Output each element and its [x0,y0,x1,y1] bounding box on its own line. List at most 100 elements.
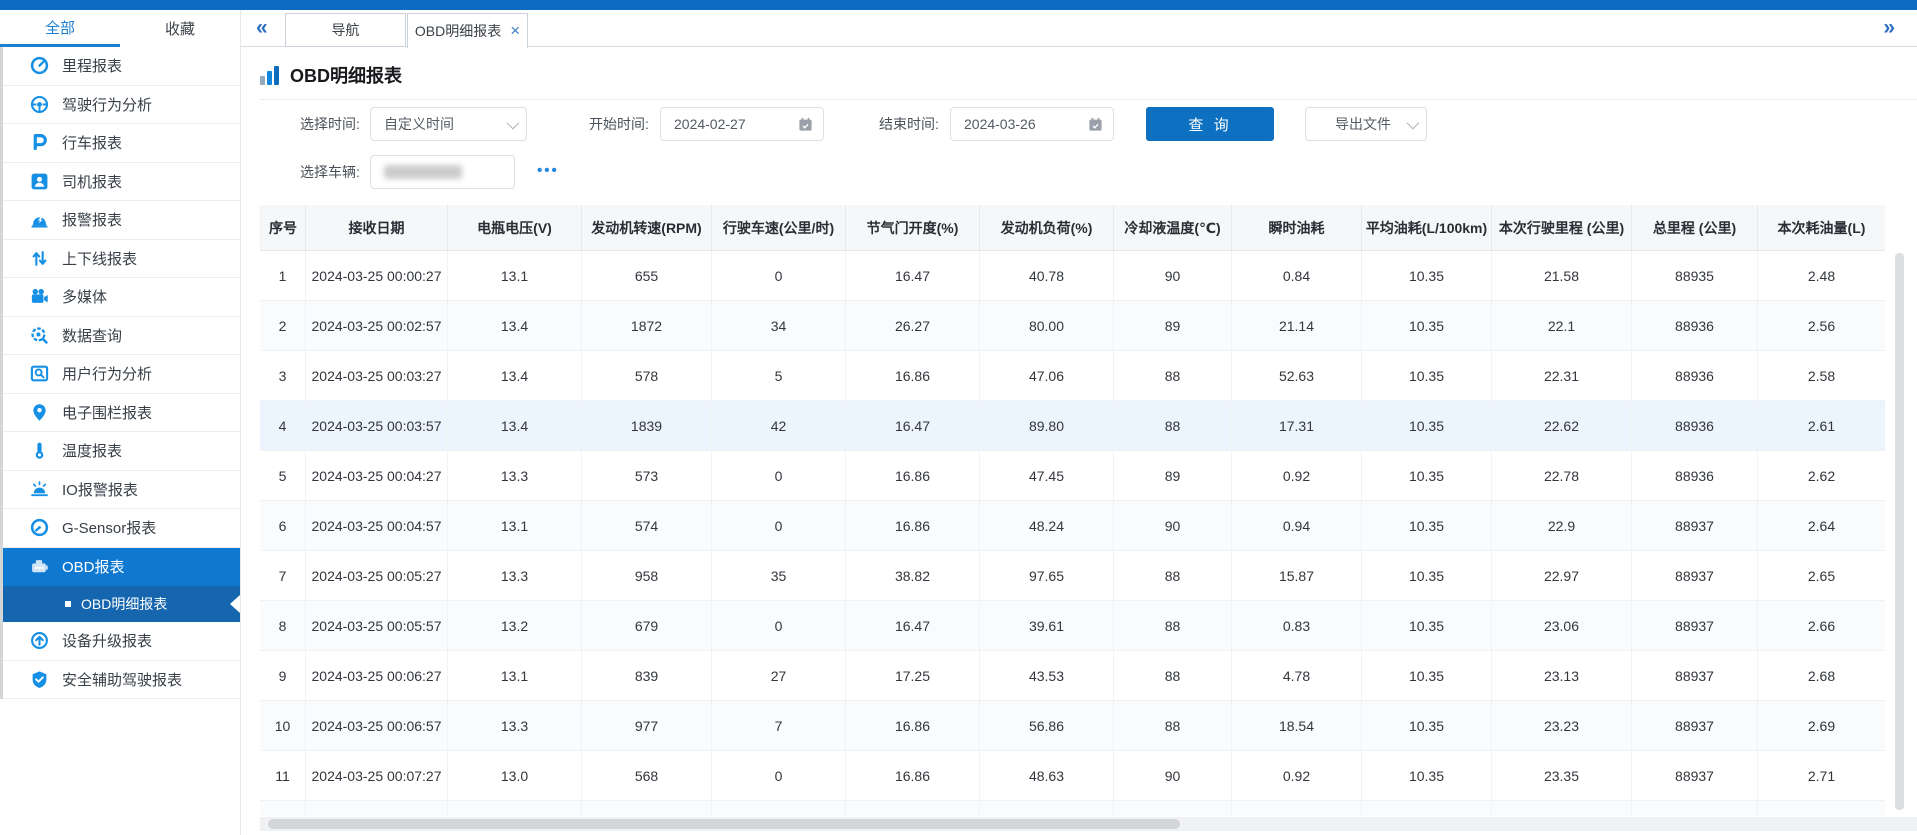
sidebar-item-label: 设备升级报表 [62,630,152,651]
column-header: 发动机转速(RPM) [582,205,712,251]
table-cell: 90 [1114,751,1232,801]
table-cell: 11 [260,751,306,801]
table-cell: 42 [712,401,846,451]
table-cell: 977 [582,701,712,751]
column-header: 电瓶电压(V) [448,205,582,251]
expand-tabs-icon[interactable]: » [1883,14,1895,42]
table-cell: 2024-03-25 00:03:27 [306,351,448,401]
table-cell: 97.65 [980,551,1114,601]
close-tab-icon[interactable]: × [510,24,520,38]
vertical-scrollbar-thumb[interactable] [1895,253,1904,810]
table-cell: 13.0 [448,751,582,801]
sidebar-item-安全辅助驾驶报表[interactable]: 安全辅助驾驶报表 [3,661,240,700]
table-cell: 13.3 [448,551,582,601]
export-file-select[interactable]: 导出文件 [1305,107,1427,141]
horizontal-scrollbar-thumb[interactable] [268,819,1180,829]
table-cell: 23.13 [1492,651,1632,701]
calendar-icon [798,117,813,132]
table-row[interactable]: 92024-03-25 00:06:2713.18392717.2543.538… [260,651,1885,701]
sidebar-item-OBD报表[interactable]: OBD报表 [3,548,240,587]
sidebar-item-里程报表[interactable]: 里程报表 [3,47,240,86]
sidebar-item-多媒体[interactable]: 多媒体 [3,278,240,317]
sidebar-item-行车报表[interactable]: 行车报表 [3,124,240,163]
table-cell: 88 [1114,551,1232,601]
table-cell: 88936 [1632,351,1758,401]
sidebar-item-电子围栏报表[interactable]: 电子围栏报表 [3,394,240,433]
column-header: 发动机负荷(%) [980,205,1114,251]
table-row[interactable]: 72024-03-25 00:05:2713.39583538.8297.658… [260,551,1885,601]
sidebar-item-label: 温度报表 [62,440,122,461]
table-row[interactable]: 102024-03-25 00:06:5713.3977716.8656.868… [260,701,1885,751]
device-upgrade-icon [29,631,49,651]
table-cell: 2.72 [1758,801,1885,816]
table-cell: 22.9 [1492,501,1632,551]
sidebar-subitem-OBD明细报表[interactable]: OBD明细报表 [3,586,240,622]
table-cell: 50.98 [980,801,1114,816]
table-cell: 0.83 [1232,601,1362,651]
vehicle-input[interactable] [370,155,515,189]
table-cell: 89 [1114,301,1232,351]
table-cell: 88936 [1632,401,1758,451]
table-cell: 14 [712,801,846,816]
vehicle-more-button[interactable]: ••• [537,155,559,189]
sidebar-tab-all[interactable]: 全部 [0,10,120,47]
table-row[interactable]: 52024-03-25 00:04:2713.3573016.8647.4589… [260,451,1885,501]
table-cell: 1872 [582,301,712,351]
table-cell: 2.66 [1758,601,1885,651]
table-cell: 89 [1114,451,1232,501]
table-cell: 88 [1114,601,1232,651]
sidebar-item-数据查询[interactable]: 数据查询 [3,317,240,356]
sidebar-item-温度报表[interactable]: 温度报表 [3,432,240,471]
sidebar-item-G-Sensor报表[interactable]: G-Sensor报表 [3,509,240,548]
column-header: 瞬时油耗 [1232,205,1362,251]
table-cell: 22.97 [1492,551,1632,601]
sidebar-item-司机报表[interactable]: 司机报表 [3,163,240,202]
table-cell: 2024-03-25 00:04:57 [306,501,448,551]
table-row[interactable]: 22024-03-25 00:02:5713.418723426.2780.00… [260,301,1885,351]
table-row[interactable]: 62024-03-25 00:04:5713.1574016.8648.2490… [260,501,1885,551]
table-cell: 23.06 [1492,601,1632,651]
table-cell: 40.78 [980,251,1114,301]
table-cell: 22.78 [1492,451,1632,501]
table-cell: 0.94 [1232,501,1362,551]
table-cell: 8 [260,601,306,651]
sidebar-item-IO报警报表[interactable]: IO报警报表 [3,471,240,510]
table-row[interactable]: 82024-03-25 00:05:5713.2679016.4739.6188… [260,601,1885,651]
table-cell: 89.80 [980,401,1114,451]
table-cell: 10.35 [1362,251,1492,301]
tab-obd-detail-report[interactable]: OBD明细报表 × [407,13,528,48]
table-row[interactable]: 42024-03-25 00:03:5713.418394216.4789.80… [260,401,1885,451]
end-date-input[interactable]: 2024-03-26 [950,107,1114,141]
start-date-input[interactable]: 2024-02-27 [660,107,824,141]
table-cell: 10.35 [1362,301,1492,351]
table-row[interactable]: 122024-03-25 00:07:5713.217471421.0650.9… [260,801,1885,816]
column-header: 冷却液温度(℃) [1114,205,1232,251]
table-cell: 578 [582,351,712,401]
table-row[interactable]: 32024-03-25 00:03:2713.4578516.8647.0688… [260,351,1885,401]
sidebar-item-上下线报表[interactable]: 上下线报表 [3,240,240,279]
table-cell: 10.35 [1362,751,1492,801]
sidebar-item-驾驶行为分析[interactable]: 驾驶行为分析 [3,86,240,125]
start-time-label: 开始时间: [589,107,649,141]
alarm-icon [29,210,49,230]
table-cell: 6 [260,501,306,551]
table-cell: 1 [260,251,306,301]
table-row[interactable]: 12024-03-25 00:00:2713.1655016.4740.7890… [260,251,1885,301]
sidebar-item-报警报表[interactable]: 报警报表 [3,201,240,240]
sidebar-tab-favorites[interactable]: 收藏 [120,10,240,47]
table-cell: 9 [260,651,306,701]
vehicle-select-label: 选择车辆: [300,155,360,189]
table-cell: 23.37 [1492,801,1632,816]
table-cell: 16.86 [846,751,980,801]
query-button[interactable]: 查 询 [1146,107,1274,141]
sidebar-item-label: 上下线报表 [62,248,137,269]
table-cell: 56.86 [980,701,1114,751]
tab-navigation[interactable]: 导航 [285,13,406,47]
table-cell: 13.4 [448,301,582,351]
sidebar-item-设备升级报表[interactable]: 设备升级报表 [3,622,240,661]
table-row[interactable]: 112024-03-25 00:07:2713.0568016.8648.639… [260,751,1885,801]
collapse-tabs-icon[interactable]: « [256,14,268,42]
driver-icon [29,171,49,191]
sidebar-item-用户行为分析[interactable]: 用户行为分析 [3,355,240,394]
time-type-select[interactable]: 自定义时间 [370,107,527,141]
